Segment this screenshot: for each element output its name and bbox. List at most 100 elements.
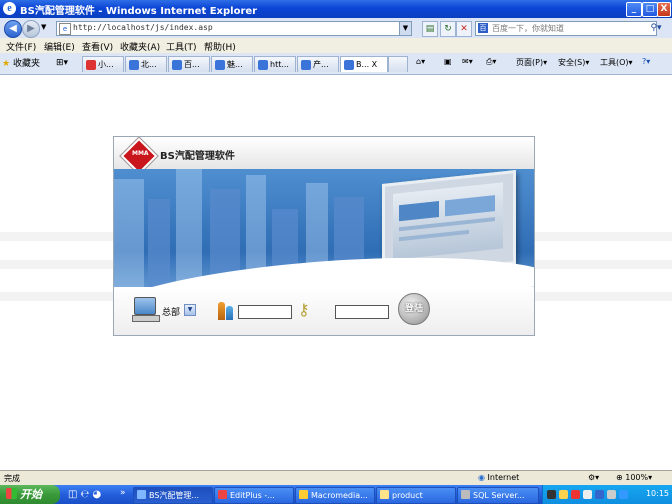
- search-placeholder: 百度一下，你就知道: [492, 24, 564, 33]
- tab-bar: ★ 收藏夹 ⊞▾ 小... 北... 百... 魅... htt... 产...…: [0, 53, 672, 75]
- password-input[interactable]: [335, 305, 389, 319]
- menu-tools[interactable]: 工具(T): [166, 40, 197, 53]
- search-input[interactable]: 百 百度一下，你就知道: [475, 21, 657, 36]
- close-button[interactable]: X: [657, 2, 671, 17]
- page-menu[interactable]: 页面(P)▾: [516, 57, 547, 68]
- star-icon: ★: [2, 59, 11, 69]
- banner-image: [114, 169, 534, 287]
- branch-select-value[interactable]: 总部: [162, 305, 180, 318]
- quick-tabs-icon[interactable]: ⊞▾: [56, 58, 68, 68]
- quicklaunch-icons[interactable]: ◫ ℮ ◕: [68, 489, 101, 500]
- user-icon: [218, 300, 234, 320]
- status-bar: 完成 ◉ Internet ⚙▾ ⊕ 100%▾: [0, 470, 672, 486]
- favorites-button[interactable]: ★ 收藏夹: [2, 56, 40, 69]
- tab-favicon-icon: [301, 59, 311, 70]
- home-icon[interactable]: ⌂▾: [416, 57, 425, 66]
- tray-icon[interactable]: [595, 490, 604, 499]
- protected-mode-icon[interactable]: ⚙▾: [588, 473, 599, 482]
- tab-label: 小...: [98, 60, 114, 69]
- close-tab-icon[interactable]: X: [372, 60, 377, 69]
- menu-bar: 文件(F) 编辑(E) 查看(V) 收藏夹(A) 工具(T) 帮助(H): [0, 38, 672, 54]
- tab-2[interactable]: 北...: [125, 56, 167, 72]
- safety-menu-label: 安全(S): [558, 58, 586, 67]
- taskbar-item-label: SQL Server...: [473, 491, 525, 500]
- taskbar-item-bs[interactable]: BS汽配管理...: [133, 487, 213, 504]
- taskbar: 开始 ◫ ℮ ◕ » BS汽配管理... EditPlus -... Macro…: [0, 485, 672, 504]
- stop-icon[interactable]: ✕: [456, 21, 472, 37]
- compatibility-icon[interactable]: ▤: [422, 21, 438, 37]
- tab-label: htt...: [270, 60, 289, 69]
- zone-label: Internet: [487, 473, 520, 482]
- favorites-label: 收藏夹: [12, 59, 40, 69]
- zoom-level: 100%: [625, 473, 649, 482]
- sqlserver-icon: [461, 490, 470, 499]
- print-icon[interactable]: ⎙▾: [486, 57, 496, 67]
- tray-icon[interactable]: [547, 490, 556, 499]
- taskbar-item-macromedia[interactable]: Macromedia...: [295, 487, 375, 504]
- zoom-icon: ⊕: [616, 473, 623, 482]
- tab-active[interactable]: B... X: [340, 56, 388, 72]
- tray-icon[interactable]: [583, 490, 592, 499]
- logo-text: MMA: [131, 150, 149, 158]
- tab-favicon-icon: [129, 59, 139, 70]
- login-button[interactable]: 登陆: [398, 293, 430, 325]
- address-dropdown-icon[interactable]: ▼: [399, 22, 411, 35]
- username-input[interactable]: [238, 305, 292, 319]
- system-tray: 10:15: [542, 485, 672, 504]
- tray-icon[interactable]: [619, 490, 628, 499]
- key-icon: ⚷: [298, 300, 310, 319]
- app-title: BS汽配管理软件: [160, 151, 235, 162]
- menu-edit[interactable]: 编辑(E): [44, 40, 75, 53]
- search-provider-icon: 百: [478, 23, 488, 33]
- status-text: 完成: [4, 474, 20, 483]
- search-icon[interactable]: ⚲▾: [645, 21, 667, 35]
- tools-menu[interactable]: 工具(O)▾: [600, 57, 633, 68]
- tab-5[interactable]: htt...: [254, 56, 296, 72]
- clock[interactable]: 10:15: [646, 489, 669, 498]
- tab-6[interactable]: 产...: [297, 56, 339, 72]
- new-tab-button[interactable]: [388, 56, 408, 72]
- zoom-control[interactable]: ⊕ 100%▾: [616, 473, 652, 482]
- menu-help[interactable]: 帮助(H): [204, 40, 236, 53]
- menu-favorites[interactable]: 收藏夹(A): [120, 40, 160, 53]
- menu-view[interactable]: 查看(V): [82, 40, 113, 53]
- safety-menu[interactable]: 安全(S)▾: [558, 57, 589, 68]
- start-button[interactable]: 开始: [0, 485, 60, 504]
- ie-logo-icon: e: [3, 2, 16, 15]
- taskbar-item-editplus[interactable]: EditPlus -...: [214, 487, 294, 504]
- tab-3[interactable]: 百...: [168, 56, 210, 72]
- window-title: BS汽配管理软件 - Windows Internet Explorer: [20, 6, 258, 17]
- start-label: 开始: [20, 488, 42, 501]
- taskbar-item-label: EditPlus -...: [230, 491, 275, 500]
- login-panel: MMA BS汽配管理软件 总部 ▼ ⚷ 登陆: [113, 136, 535, 336]
- address-input[interactable]: e http://localhost/js/index.asp ▼: [56, 21, 412, 36]
- help-icon[interactable]: ?▾: [642, 57, 650, 66]
- forward-button[interactable]: ▶: [22, 20, 40, 38]
- maximize-button[interactable]: □: [642, 2, 658, 17]
- login-header: MMA BS汽配管理软件: [114, 137, 534, 175]
- tray-icon[interactable]: [571, 490, 580, 499]
- taskbar-item-product[interactable]: product: [376, 487, 456, 504]
- back-button[interactable]: ◀: [4, 20, 22, 38]
- minimize-button[interactable]: _: [626, 2, 642, 17]
- tab-1[interactable]: 小...: [82, 56, 124, 72]
- taskbar-item-label: BS汽配管理...: [149, 491, 200, 500]
- tray-icon[interactable]: [559, 490, 568, 499]
- mail-icon[interactable]: ✉▾: [462, 57, 473, 66]
- tab-label: B...: [356, 60, 370, 69]
- tray-icon[interactable]: [607, 490, 616, 499]
- macromedia-icon: [299, 490, 308, 499]
- tab-4[interactable]: 魅...: [211, 56, 253, 72]
- taskbar-item-label: Macromedia...: [311, 491, 368, 500]
- branch-dropdown-icon[interactable]: ▼: [184, 304, 196, 316]
- tab-label: 产...: [313, 60, 329, 69]
- feeds-icon[interactable]: ▣: [444, 57, 452, 66]
- tab-label: 北...: [141, 60, 157, 69]
- menu-file[interactable]: 文件(F): [6, 40, 36, 53]
- refresh-icon[interactable]: ↻: [440, 21, 456, 37]
- taskbar-item-sqlserver[interactable]: SQL Server...: [457, 487, 539, 504]
- quicklaunch-more-icon[interactable]: »: [120, 488, 126, 498]
- history-dropdown-icon[interactable]: ▼: [41, 23, 46, 31]
- page-icon: e: [59, 23, 71, 35]
- window-title-bar[interactable]: e BS汽配管理软件 - Windows Internet Explorer _…: [0, 0, 672, 18]
